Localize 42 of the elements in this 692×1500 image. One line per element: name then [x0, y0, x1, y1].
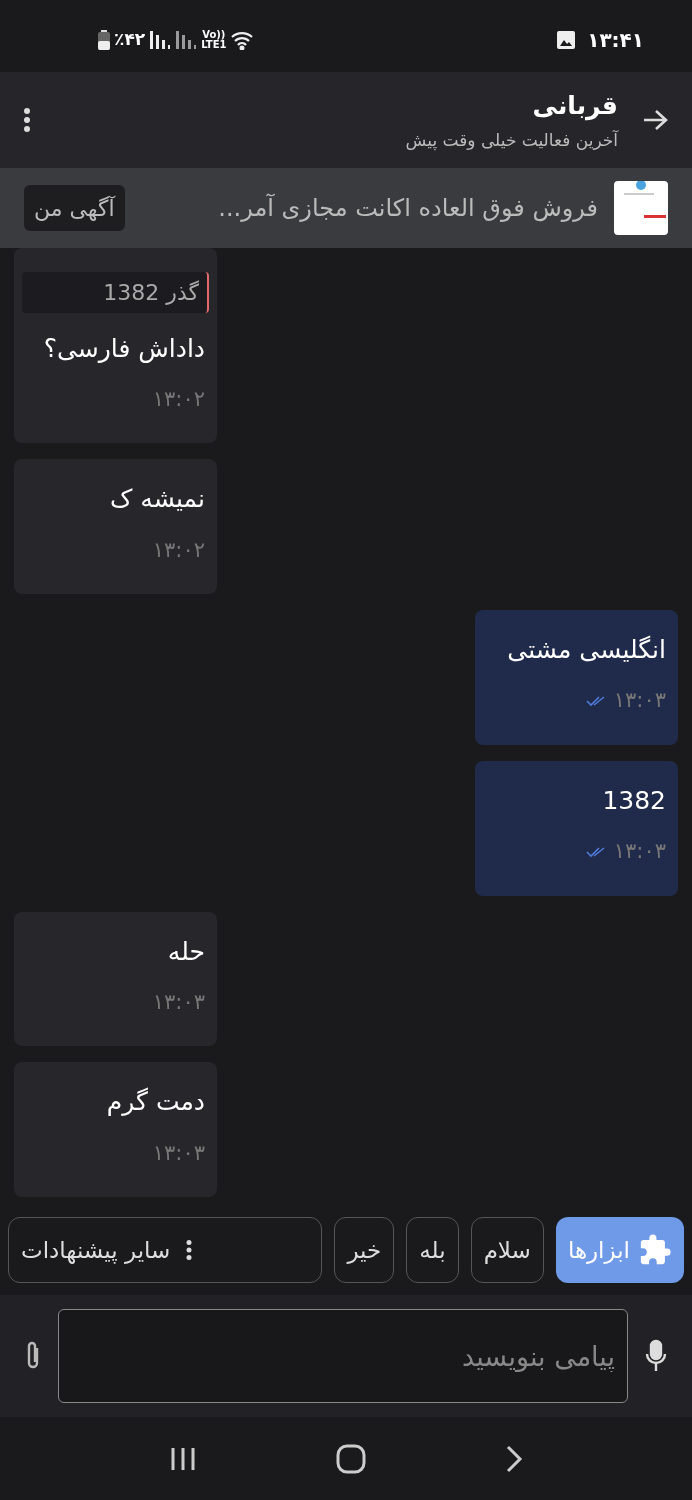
microphone-icon[interactable] [644, 1339, 668, 1373]
image-icon [557, 31, 576, 49]
message-text: حله [166, 935, 205, 967]
message-time: ۱۳:۰۲ [152, 385, 205, 413]
message-text: انگلیسی مشتی [506, 634, 666, 666]
last-seen: آخرین فعالیت خیلی وقت پیش [404, 129, 618, 153]
more-icon[interactable] [186, 1240, 193, 1260]
double-check-icon [585, 845, 606, 858]
chat-title: قربانی [531, 89, 618, 123]
ad-text[interactable]: فروش فوق العاده اکانت مجازی آمر... [140, 190, 598, 226]
back-icon[interactable] [504, 1443, 523, 1474]
message-time: ۱۳:۰۳ [152, 1139, 205, 1167]
message-text: داداش فارسی؟ [42, 332, 205, 364]
clock: ۱۳:۴۱ [587, 27, 644, 54]
volte-label: Vo)) [202, 30, 226, 40]
suggestion-chip[interactable]: بله [406, 1217, 459, 1283]
message-time: ۱۳:۰۳ [613, 687, 666, 715]
message-text: 1382 [601, 784, 666, 816]
suggestion-chip[interactable]: خیر [334, 1217, 395, 1283]
more-menu-icon[interactable] [24, 108, 30, 132]
battery-level: ٪۴۲ [114, 28, 146, 52]
battery-icon [98, 30, 110, 50]
signal-icon [175, 31, 198, 49]
message-time: ۱۳:۰۳ [152, 988, 205, 1016]
message-time: ۱۳:۰۳ [613, 838, 666, 865]
message-time: ۱۳:۰۲ [152, 536, 205, 564]
back-arrow-icon[interactable] [642, 109, 668, 131]
suggestion-chip[interactable]: سلام [470, 1217, 544, 1283]
message-text: دمت گرم [105, 1086, 205, 1118]
more-suggestions-chip[interactable]: سایر پیشنهادات [8, 1217, 323, 1283]
puzzle-icon [638, 1233, 672, 1267]
ad-thumbnail [614, 181, 668, 235]
my-ad-button[interactable]: آگهی من [24, 185, 125, 231]
message-text: نمیشه ک [109, 483, 205, 515]
recent-apps-icon[interactable] [169, 1445, 198, 1472]
quoted-message[interactable]: گذر 1382 [22, 271, 209, 313]
quoted-text: گذر 1382 [103, 278, 199, 307]
double-check-icon [585, 695, 606, 707]
lte-label: LTE1 [201, 40, 227, 50]
signal-icon [149, 31, 172, 49]
message-input[interactable]: پیامی بنویسید [58, 1309, 628, 1403]
home-icon[interactable] [336, 1443, 366, 1474]
